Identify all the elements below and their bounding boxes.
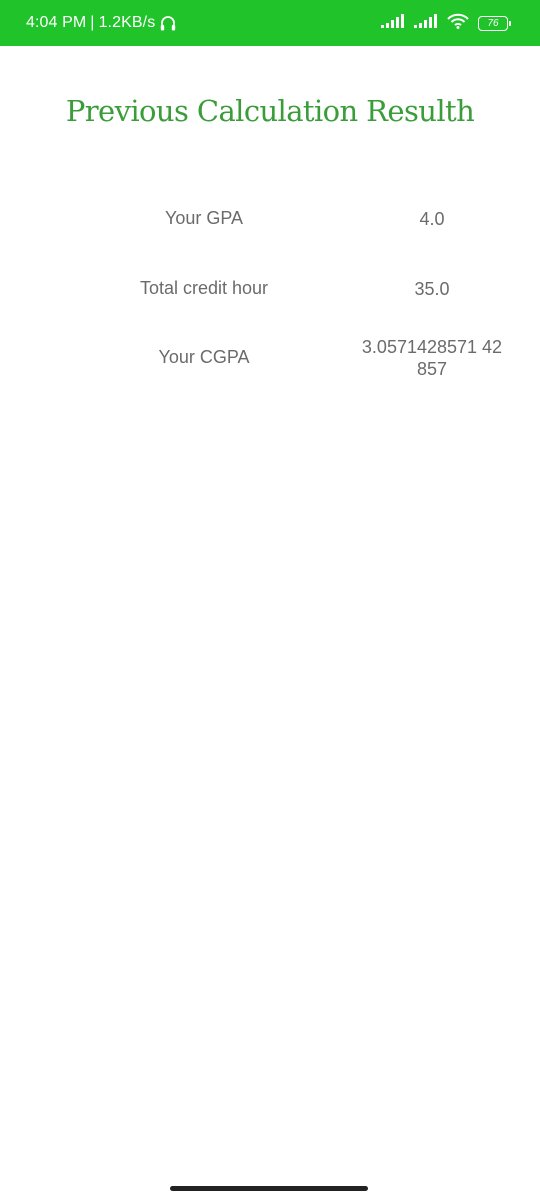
status-time: 4:04 PM bbox=[26, 14, 87, 31]
result-label: Your CGPA bbox=[158, 347, 250, 367]
battery-icon: 76 bbox=[478, 15, 511, 31]
result-value: 35.0 bbox=[414, 279, 450, 299]
headset-icon bbox=[159, 14, 177, 32]
result-label: Total credit hour bbox=[139, 278, 269, 298]
network-speed: 1.2KB/s bbox=[98, 14, 156, 31]
result-value: 3.0571428571 42857 bbox=[361, 337, 503, 379]
result-value: 4.0 bbox=[419, 209, 445, 229]
status-left: 4:04 PM | 1.2KB/s bbox=[26, 0, 177, 46]
home-indicator[interactable] bbox=[170, 1186, 368, 1191]
page-title: Previous Calculation Resulth bbox=[65, 94, 475, 128]
battery-level: 76 bbox=[487, 17, 499, 29]
signal-icon bbox=[381, 13, 405, 33]
wifi-icon bbox=[447, 13, 469, 34]
signal-icon-2 bbox=[414, 13, 438, 33]
status-bar: 4:04 PM | 1.2KB/s 76 bbox=[0, 0, 540, 46]
status-separator: | bbox=[90, 14, 95, 31]
result-label: Your GPA bbox=[164, 208, 244, 228]
status-right: 76 bbox=[381, 0, 511, 46]
